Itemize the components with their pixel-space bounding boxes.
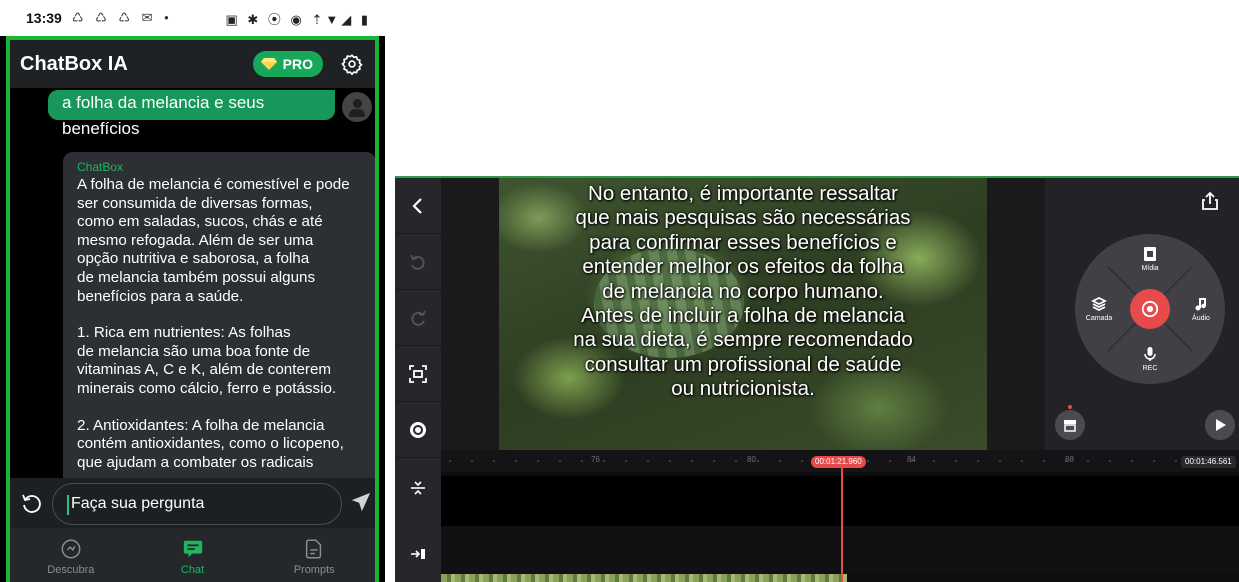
time-ruler: 76 80 84 88 00:01:21.960 00:01:46.561: [441, 450, 1239, 472]
timeline[interactable]: 76 80 84 88 00:01:21.960 00:01:46.561: [441, 450, 1239, 582]
add-media-wheel: Mídia Camada Áudio REC: [1075, 234, 1225, 384]
export-button[interactable]: [1195, 186, 1225, 216]
bottom-navigation: Descubra Chat Prompts: [10, 528, 375, 582]
preview-area: No entanto, é importante ressaltar que m…: [441, 178, 1045, 450]
system-status-icons: ▣ ✱ ⦿ ◉ ⇡▼◢ ▮: [225, 11, 371, 27]
audio-label: Áudio: [1192, 315, 1210, 322]
caption-line: ou nutricionista.: [671, 377, 815, 401]
video-caption: No entanto, é importante ressaltar que m…: [499, 182, 987, 402]
notification-icons: ♺ ♺ ♺ ✉ •: [71, 10, 173, 25]
timeline-adjust-button[interactable]: [395, 460, 441, 516]
end-time: 00:01:46.561: [1181, 456, 1236, 468]
split-icon: [411, 481, 425, 495]
layer-label: Camada: [1085, 315, 1113, 322]
input-bar: Faça sua pergunta: [10, 478, 375, 528]
app-bar: ChatBox IA PRO: [10, 40, 375, 88]
tick-label: 88: [1065, 455, 1074, 464]
playhead[interactable]: [841, 464, 843, 582]
status-bar: 13:39 ♺ ♺ ♺ ✉ • ▣ ✱ ⦿ ◉ ⇡▼◢ ▮: [0, 0, 385, 36]
play-button[interactable]: [1205, 410, 1235, 440]
redo-button[interactable]: [395, 290, 441, 346]
jump-end-icon: [411, 549, 425, 559]
record-button[interactable]: [1130, 289, 1170, 329]
bot-paragraph: 1. Rica em nutrientes: As folhas de mela…: [77, 324, 337, 397]
capture-frame-button[interactable]: [395, 346, 441, 402]
undo-icon: [410, 254, 425, 270]
user-message: a folha da melancia e seus benefícios: [48, 90, 335, 138]
camera-shutter-icon: [1141, 300, 1159, 318]
timeline-track[interactable]: [441, 526, 1239, 574]
play-icon: [1216, 419, 1226, 431]
phone-screen: 13:39 ♺ ♺ ♺ ✉ • ▣ ✱ ⦿ ◉ ⇡▼◢ ▮ ChatBox IA…: [0, 0, 385, 582]
media-icon: [1144, 247, 1156, 261]
chatbox-app: ChatBox IA PRO a folha da melancia e seu…: [6, 36, 379, 582]
bot-paragraph: 2. Antioxidantes: A folha de melancia co…: [77, 416, 344, 471]
caption-line: Antes de incluir a folha de melancia: [581, 304, 905, 328]
video-clip-thumbnails[interactable]: [441, 574, 847, 582]
pro-label: PRO: [282, 56, 313, 72]
tick-label: 80: [747, 455, 756, 464]
chat-icon: [183, 540, 202, 558]
nav-chat[interactable]: Chat: [132, 528, 254, 582]
send-icon[interactable]: [350, 491, 372, 513]
layers-icon: [1091, 296, 1107, 312]
diamond-icon: [260, 58, 277, 70]
bot-paragraph: A folha de melancia é comestível e pode …: [77, 176, 350, 305]
record-audio-button[interactable]: REC: [1128, 346, 1172, 372]
pro-badge-button[interactable]: PRO: [252, 51, 323, 77]
store-icon: [1064, 420, 1076, 432]
status-time: 13:39: [26, 10, 62, 26]
chevron-left-icon: [412, 197, 422, 214]
redo-icon: [411, 310, 426, 326]
app-title: ChatBox IA: [20, 52, 128, 75]
question-input[interactable]: Faça sua pergunta: [52, 483, 342, 525]
tick-label: 76: [591, 455, 600, 464]
rec-label: REC: [1142, 365, 1158, 372]
back-button[interactable]: [395, 178, 441, 234]
media-button[interactable]: Mídia: [1128, 246, 1172, 272]
share-icon: [1202, 191, 1218, 210]
video-editor: No entanto, é importante ressaltar que m…: [395, 176, 1239, 582]
jump-to-end-button[interactable]: [395, 526, 441, 582]
settings-button[interactable]: [395, 402, 441, 458]
prompt-document-icon: [306, 539, 322, 559]
caption-line: entender melhor os efeitos da folha: [582, 255, 904, 279]
editor-right-panel: Mídia Camada Áudio REC: [1045, 178, 1239, 450]
user-avatar-icon: [342, 92, 372, 122]
playhead-time: 00:01:21.960: [811, 456, 866, 468]
caption-line: para confirmar esses benefícios e: [589, 230, 897, 254]
bot-message: ChatBox A folha de melancia é comestível…: [63, 152, 375, 478]
frame-capture-icon: [409, 364, 427, 383]
tick-label: 84: [907, 455, 916, 464]
audio-button[interactable]: Áudio: [1179, 296, 1223, 322]
asset-store-button[interactable]: [1055, 405, 1085, 440]
caption-line: de melancia no corpo humano.: [602, 279, 884, 303]
nav-label: Descubra: [47, 564, 95, 576]
editor-left-toolbar: [395, 178, 441, 582]
caption-line: na sua dieta, é sempre recomendado: [573, 328, 913, 352]
gear-icon[interactable]: [341, 53, 363, 75]
nav-label: Prompts: [293, 564, 335, 576]
compass-icon: [61, 539, 81, 559]
microphone-icon: [1144, 347, 1156, 361]
layer-button[interactable]: Camada: [1077, 296, 1121, 322]
nav-descubra[interactable]: Descubra: [10, 528, 132, 582]
bot-sender-label: ChatBox: [77, 160, 124, 174]
gear-icon: [410, 421, 426, 438]
timeline-track[interactable]: [441, 476, 1239, 526]
chat-area[interactable]: a folha da melancia e seus benefícios Ch…: [10, 88, 375, 478]
video-preview[interactable]: No entanto, é importante ressaltar que m…: [499, 178, 987, 450]
nav-prompts[interactable]: Prompts: [253, 528, 375, 582]
music-note-icon: [1195, 298, 1206, 311]
caption-line: No entanto, é importante ressaltar: [588, 182, 898, 205]
nav-label: Chat: [180, 564, 205, 576]
caption-line: consultar um profissional de saúde: [584, 352, 902, 376]
undo-button[interactable]: [395, 234, 441, 290]
refresh-icon[interactable]: [20, 491, 44, 515]
caption-line: que mais pesquisas são necessárias: [575, 206, 911, 230]
media-label: Mídia: [1141, 265, 1159, 272]
